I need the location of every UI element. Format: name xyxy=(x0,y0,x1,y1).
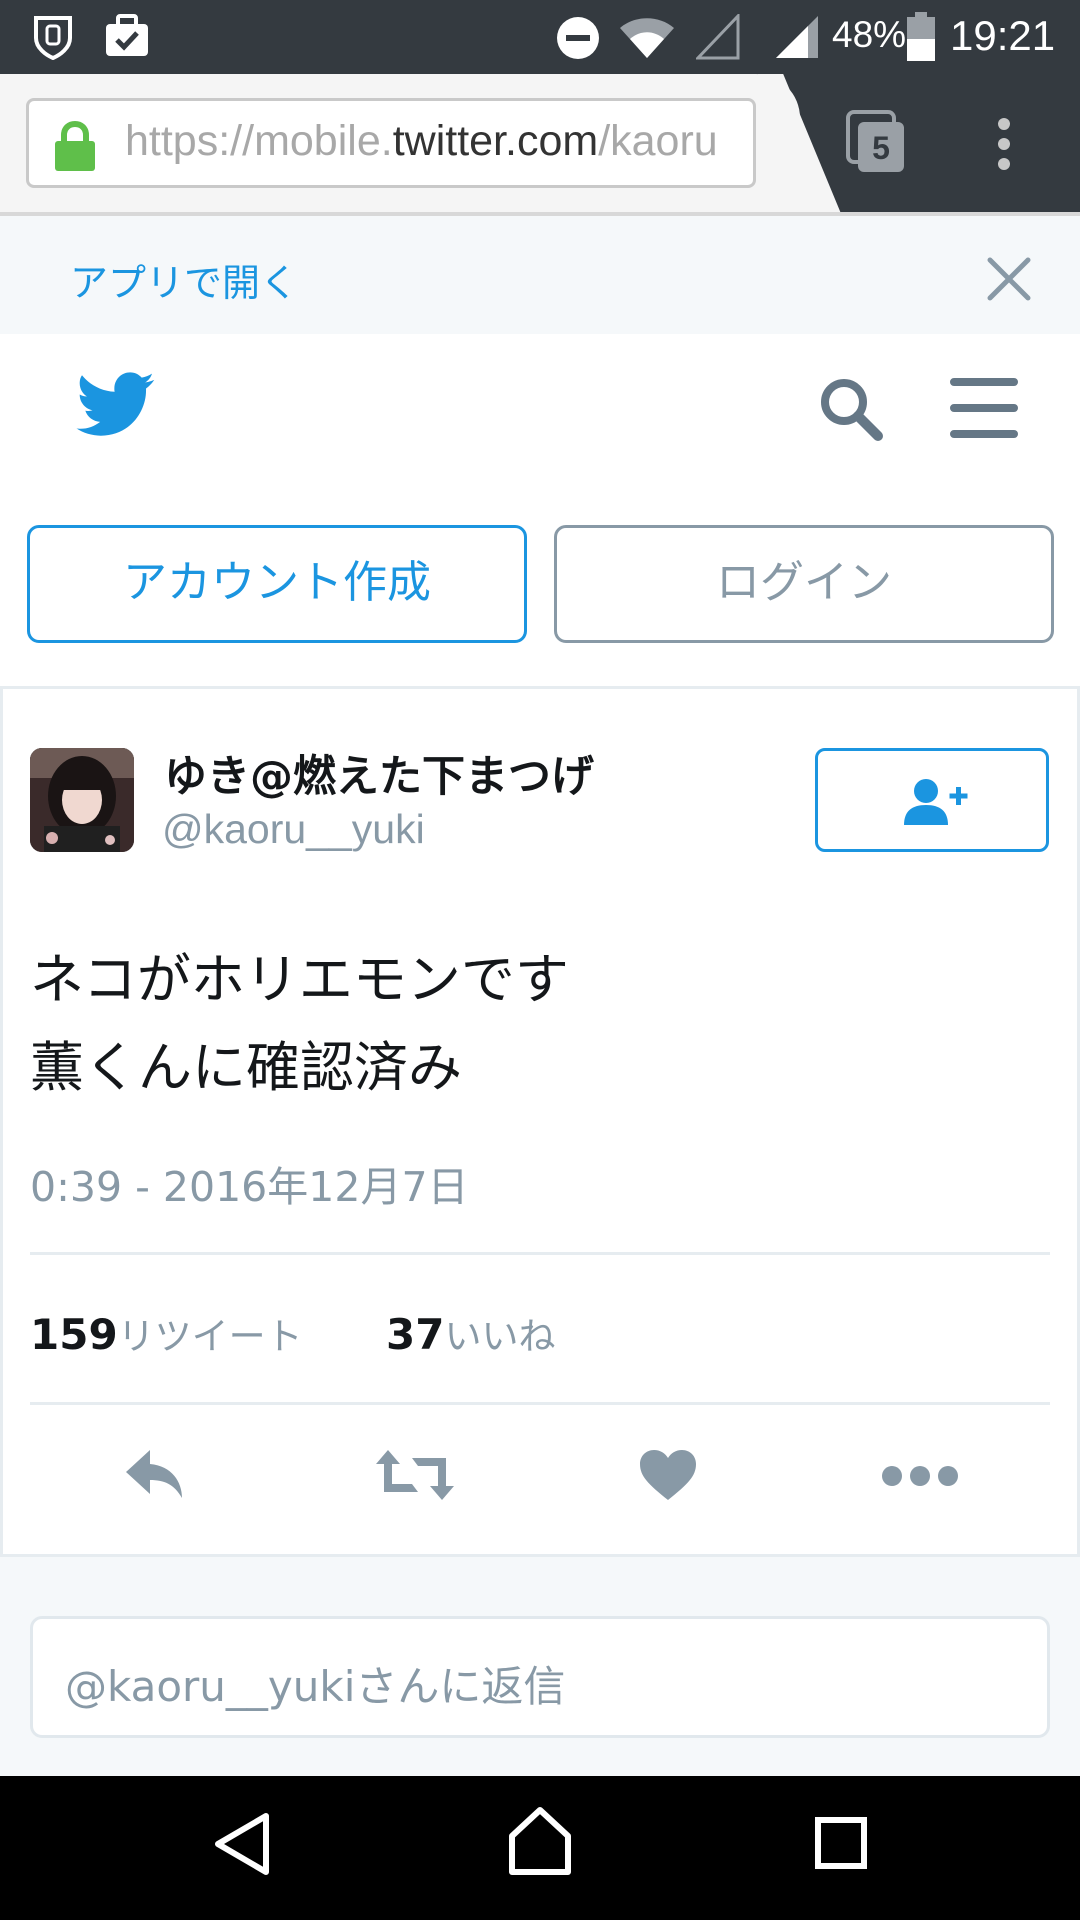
home-icon[interactable] xyxy=(508,1806,572,1876)
section-divider xyxy=(0,686,1080,689)
reply-input[interactable]: @kaoru__yukiさんに返信 xyxy=(30,1616,1050,1738)
url-bar[interactable]: https://mobile.twitter.com/kaoru xyxy=(26,98,756,188)
follow-button[interactable] xyxy=(815,748,1049,852)
battery-icon xyxy=(907,12,935,61)
url-prefix: https://mobile. xyxy=(125,117,393,165)
reply-icon[interactable] xyxy=(124,1448,190,1502)
avatar-image xyxy=(30,748,134,852)
lock-icon xyxy=(55,120,95,171)
clock: 19:21 xyxy=(950,12,1056,59)
divider xyxy=(30,1252,1050,1255)
twitter-logo-icon[interactable] xyxy=(76,372,156,438)
tweet-text-line: 薫くんに確認済み xyxy=(30,1036,462,1099)
battery-percent: 48% xyxy=(832,14,907,55)
open-in-app-link[interactable]: アプリで開く xyxy=(70,252,298,307)
wifi-icon xyxy=(620,18,674,58)
cell-signal-icon xyxy=(776,16,818,58)
url-suffix: /kaoru xyxy=(598,117,718,165)
retweet-icon[interactable] xyxy=(374,1448,456,1502)
url-domain: twitter.com xyxy=(392,117,599,165)
hamburger-menu-icon[interactable] xyxy=(950,378,1020,438)
tab-count: 5 xyxy=(872,130,890,166)
navigation-bar xyxy=(0,1776,1080,1920)
no-sim-icon xyxy=(696,14,740,60)
retweet-count: 159 xyxy=(30,1310,118,1359)
reply-placeholder: @kaoru__yukiさんに返信 xyxy=(65,1662,566,1711)
close-icon[interactable] xyxy=(986,256,1032,302)
like-stat[interactable]: 37いいね xyxy=(386,1306,555,1360)
open-in-app-banner: アプリで開く xyxy=(0,216,1080,334)
login-button[interactable]: ログイン xyxy=(554,525,1054,643)
status-bar: 48% 19:21 xyxy=(0,0,1080,74)
url-text: https://mobile.twitter.com/kaoru xyxy=(125,117,718,166)
signup-button[interactable]: アカウント作成 xyxy=(27,525,527,643)
more-options-icon[interactable] xyxy=(880,1464,960,1488)
like-count: 37 xyxy=(386,1310,445,1359)
card-border xyxy=(0,688,3,1554)
do-not-disturb-icon xyxy=(557,17,599,59)
search-icon[interactable] xyxy=(818,376,884,442)
display-name[interactable]: ゆき@燃えた下まつげ xyxy=(164,742,594,804)
work-bag-icon xyxy=(106,14,148,56)
avatar[interactable] xyxy=(30,748,134,852)
tab-switcher-button[interactable]: 5 xyxy=(846,110,906,174)
recent-apps-icon[interactable] xyxy=(814,1816,868,1870)
like-heart-icon[interactable] xyxy=(638,1448,698,1502)
retweet-stat[interactable]: 159リツイート xyxy=(30,1306,303,1360)
retweet-label: リツイート xyxy=(117,1315,303,1358)
tweet-text-line: ネコがホリエモンです xyxy=(30,948,569,1011)
overflow-menu-button[interactable] xyxy=(994,118,1014,170)
divider xyxy=(30,1402,1050,1405)
user-handle[interactable]: @kaoru__yuki xyxy=(162,806,425,853)
add-user-icon xyxy=(904,779,968,825)
shield-icon xyxy=(34,16,72,60)
tweet-text: ネコがホリエモンです 薫くんに確認済み xyxy=(30,936,569,1112)
like-label: いいね xyxy=(444,1315,556,1358)
tweet-timestamp[interactable]: 0:39 - 2016年12月7日 xyxy=(30,1153,469,1213)
back-icon[interactable] xyxy=(212,1812,272,1876)
